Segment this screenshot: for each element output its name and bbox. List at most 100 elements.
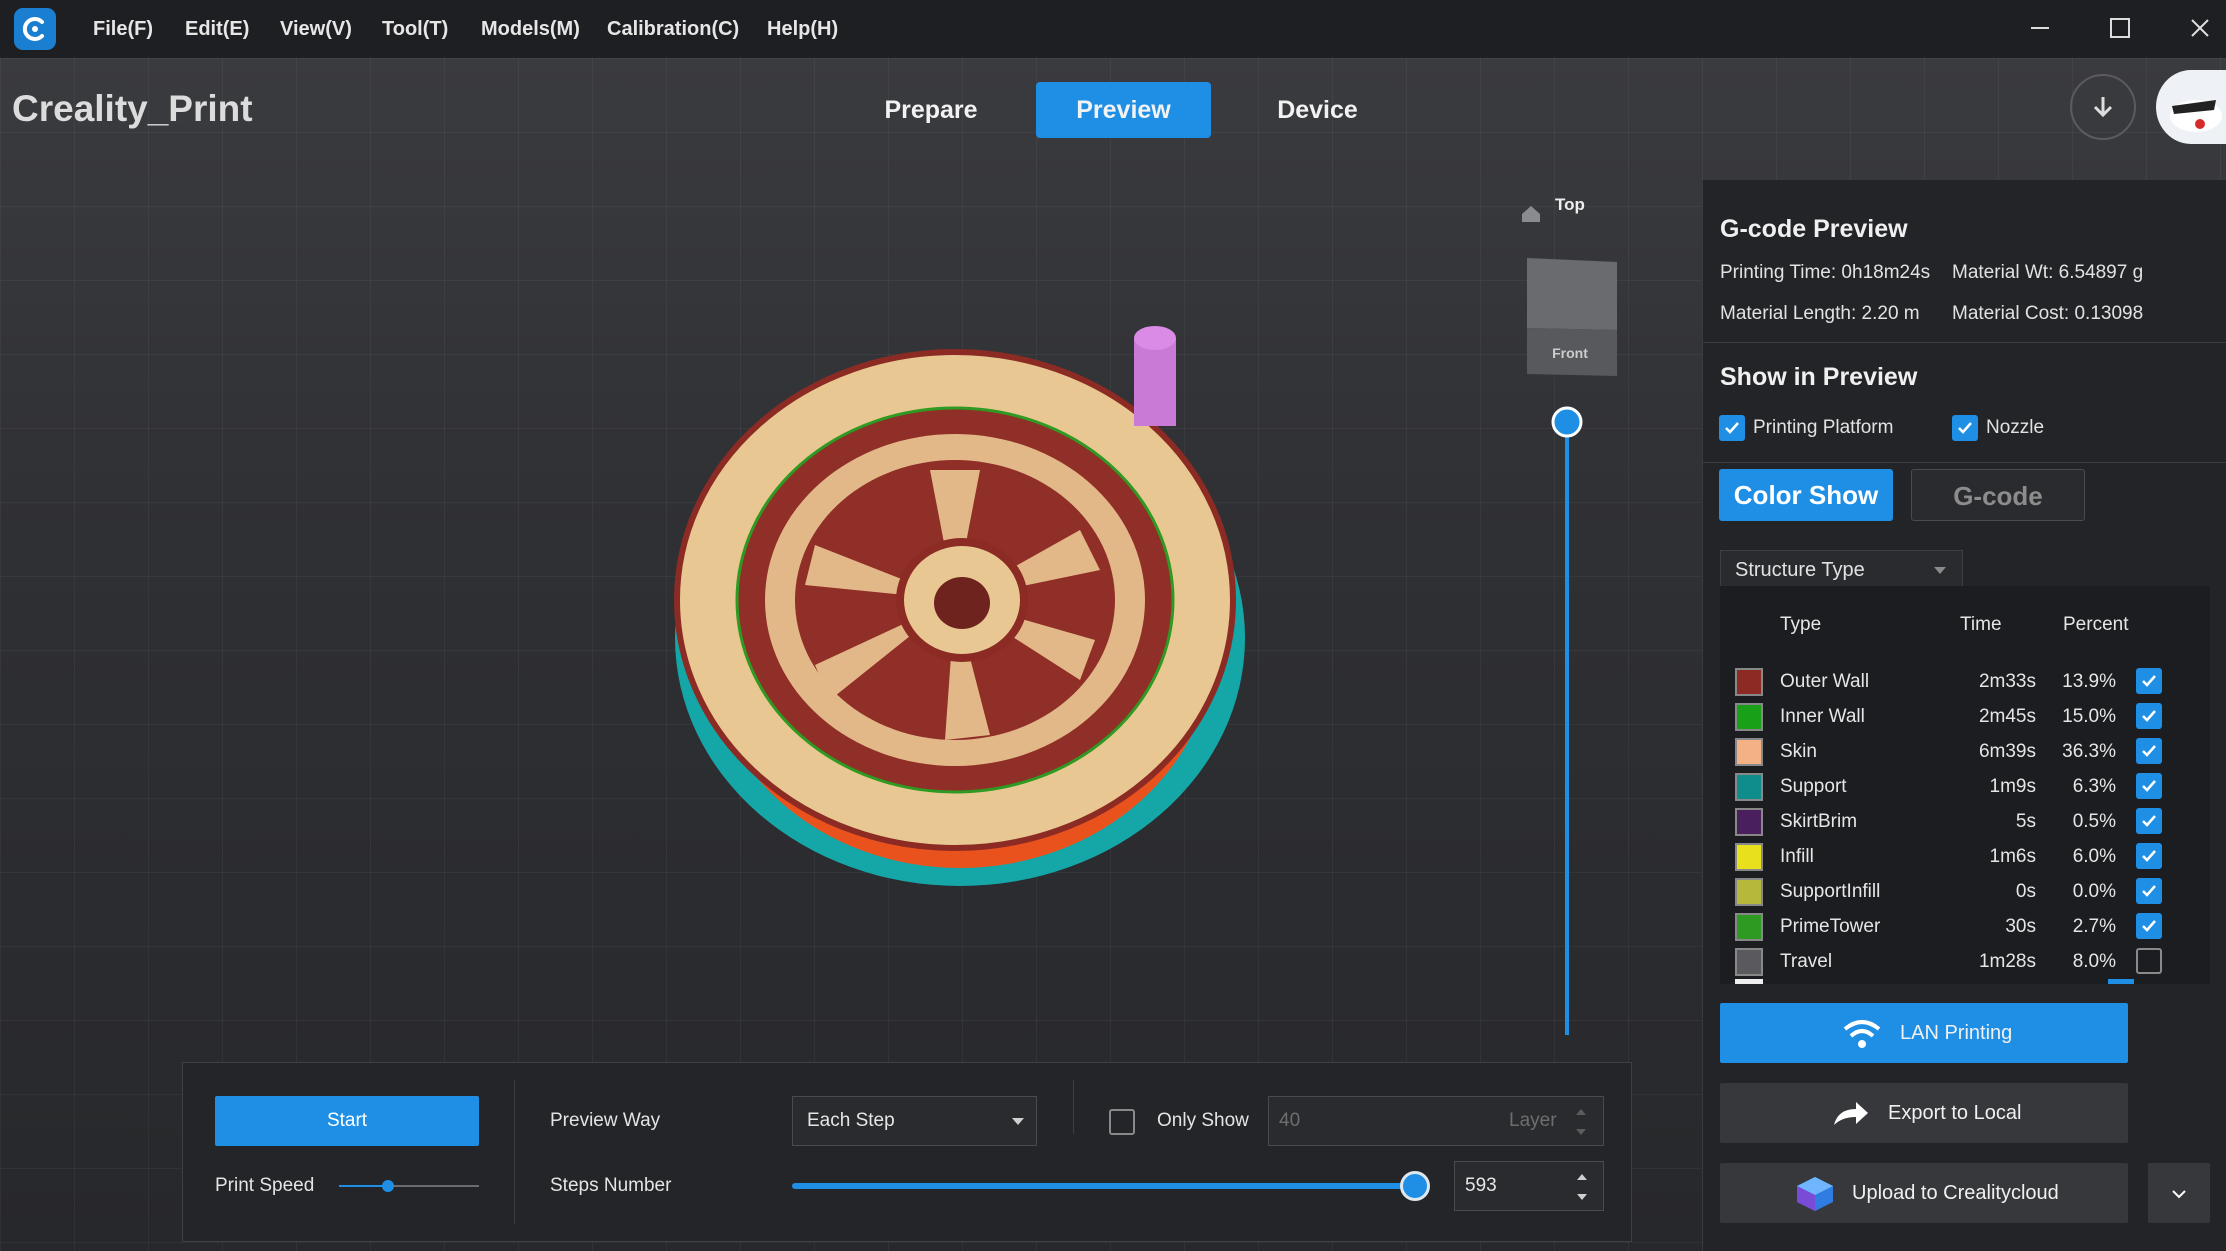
- row-visibility-checkbox[interactable]: [2136, 738, 2162, 764]
- upload-cloud-button[interactable]: Upload to Crealitycloud: [1720, 1163, 2128, 1223]
- nozzle-label: Nozzle: [1986, 417, 2045, 438]
- wifi-icon: [1843, 1020, 1881, 1048]
- row-time: 0s: [2015, 881, 2036, 902]
- avatar[interactable]: [2156, 70, 2226, 144]
- print-speed-slider-handle[interactable]: [382, 1180, 394, 1192]
- minimize-icon[interactable]: [2015, 8, 2065, 48]
- layer-slider-handle[interactable]: [1555, 407, 1581, 433]
- checkmark-icon: [2142, 780, 2156, 792]
- menu-calibration[interactable]: Calibration(C): [607, 0, 739, 58]
- color-swatch: [1735, 878, 1763, 906]
- upload-cloud-label: Upload to Crealitycloud: [1852, 1182, 2059, 1204]
- steps-number-label: Steps Number: [550, 1175, 672, 1196]
- export-local-label: Export to Local: [1888, 1102, 2022, 1124]
- lan-printing-button[interactable]: LAN Printing: [1720, 1003, 2128, 1063]
- row-time: 30s: [2005, 916, 2036, 937]
- structure-type-dropdown[interactable]: Structure Type: [1720, 550, 1963, 590]
- color-swatch: [1735, 738, 1763, 766]
- row-time: 2m33s: [1978, 671, 2036, 692]
- close-icon[interactable]: [2175, 8, 2225, 48]
- layer-input[interactable]: 40 Layer: [1268, 1096, 1604, 1146]
- structure-row: Infill 1m6s 6.0%: [1720, 843, 2210, 878]
- menu-view[interactable]: View(V): [280, 0, 352, 58]
- start-button[interactable]: Start: [215, 1096, 479, 1146]
- material-cost: Material Cost: 0.13098: [1952, 303, 2144, 324]
- row-percent: 36.3%: [2062, 741, 2116, 762]
- download-icon[interactable]: [2070, 74, 2136, 140]
- color-swatch: [1735, 808, 1763, 836]
- row-percent: 6.3%: [2072, 776, 2116, 797]
- divider: [1702, 462, 2226, 463]
- row-type: Travel: [1780, 951, 1833, 972]
- menu-help[interactable]: Help(H): [767, 0, 838, 58]
- header-time: Time: [1960, 614, 2002, 635]
- color-swatch: [1735, 668, 1763, 696]
- color-swatch: [1735, 773, 1763, 801]
- view-cube-front[interactable]: Front: [1535, 345, 1605, 367]
- creality-logo-icon: [14, 8, 56, 50]
- gcode-button[interactable]: G-code: [1911, 469, 2085, 521]
- menu-tool[interactable]: Tool(T): [382, 0, 448, 58]
- row-type: Outer Wall: [1780, 671, 1870, 692]
- nozzle-checkbox[interactable]: [1952, 415, 1978, 441]
- structure-type-label: Structure Type: [1735, 559, 1865, 581]
- printing-platform-label: Printing Platform: [1753, 417, 1894, 438]
- chevron-down-icon: [2172, 1190, 2186, 1199]
- row-type: Infill: [1780, 846, 1814, 867]
- row-percent: 8.0%: [2072, 951, 2116, 972]
- row-percent: 6.0%: [2072, 846, 2116, 867]
- checkmark-icon: [2142, 675, 2156, 687]
- preview-way-value: Each Step: [807, 1110, 895, 1131]
- menu-edit[interactable]: Edit(E): [185, 0, 249, 58]
- steps-slider-handle[interactable]: [1400, 1171, 1430, 1201]
- row-visibility-checkbox[interactable]: [2136, 773, 2162, 799]
- row-percent: 0.0%: [2072, 881, 2116, 902]
- row-visibility-checkbox[interactable]: [2136, 703, 2162, 729]
- show-in-preview-title: Show in Preview: [1720, 363, 1918, 391]
- row-type: SkirtBrim: [1780, 811, 1858, 832]
- upload-options-dropdown[interactable]: [2148, 1163, 2210, 1223]
- row-visibility-checkbox[interactable]: [2136, 668, 2162, 694]
- export-local-button[interactable]: Export to Local: [1720, 1083, 2128, 1143]
- printing-platform-checkbox[interactable]: [1719, 415, 1745, 441]
- view-cube-top[interactable]: Top: [1535, 195, 1605, 223]
- printing-time: Printing Time: 0h18m24s: [1720, 262, 1931, 283]
- color-swatch: [1735, 843, 1763, 871]
- tab-device[interactable]: Device: [1240, 82, 1395, 138]
- tab-preview[interactable]: Preview: [1036, 82, 1211, 138]
- row-time: 2m45s: [1978, 706, 2036, 727]
- only-show-checkbox[interactable]: [1109, 1109, 1135, 1135]
- print-speed-track[interactable]: [339, 1180, 479, 1192]
- preview-way-select[interactable]: Each Step: [792, 1096, 1037, 1146]
- steps-input[interactable]: 593: [1454, 1161, 1604, 1211]
- menu-file[interactable]: File(F): [93, 0, 153, 58]
- checkmark-icon: [2142, 745, 2156, 757]
- app-title: Creality_Print: [12, 88, 253, 129]
- tab-prepare[interactable]: Prepare: [850, 82, 1012, 138]
- checkmark-icon: [2142, 710, 2156, 722]
- chevron-down-icon: [1934, 567, 1946, 574]
- print-speed-label: Print Speed: [215, 1175, 315, 1196]
- row-visibility-checkbox[interactable]: [2136, 948, 2162, 974]
- structure-row: SkirtBrim 5s 0.5%: [1720, 808, 2210, 843]
- structure-row: SupportInfill 0s 0.0%: [1720, 878, 2210, 913]
- row-time: 1m9s: [1989, 776, 2036, 797]
- steps-slider-track[interactable]: [792, 1171, 1430, 1201]
- divider: [1073, 1080, 1074, 1134]
- maximize-icon[interactable]: [2095, 8, 2145, 48]
- structure-row: Outer Wall 2m33s 13.9%: [1720, 668, 2210, 703]
- row-visibility-checkbox[interactable]: [2136, 843, 2162, 869]
- row-visibility-checkbox[interactable]: [2136, 878, 2162, 904]
- row-percent: 13.9%: [2062, 671, 2116, 692]
- stepper-arrows-icon: [1577, 1174, 1587, 1200]
- row-percent: 15.0%: [2062, 706, 2116, 727]
- crealitycloud-icon: [1797, 1177, 1833, 1211]
- color-show-button[interactable]: Color Show: [1719, 469, 1893, 521]
- layer-value: 40: [1279, 1110, 1301, 1131]
- row-visibility-checkbox[interactable]: [2136, 808, 2162, 834]
- menu-models[interactable]: Models(M): [481, 0, 580, 58]
- preview-way-label: Preview Way: [550, 1110, 661, 1131]
- row-time: 5s: [2015, 811, 2036, 832]
- row-visibility-checkbox[interactable]: [2136, 913, 2162, 939]
- gcode-preview-title: G-code Preview: [1720, 215, 1908, 243]
